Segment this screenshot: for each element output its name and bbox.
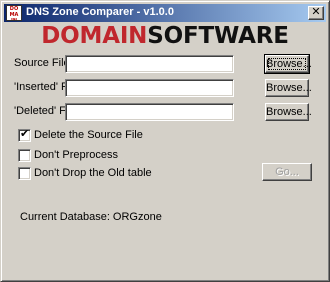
go-button-label: Go... [275, 166, 299, 178]
close-button[interactable]: ✕ [308, 5, 324, 20]
inserted-browse-label: Browse... [266, 82, 312, 94]
dont-preprocess-label[interactable]: Don't Preprocess [34, 149, 118, 161]
source-file-label: Source File: [14, 57, 73, 69]
window-title: DNS Zone Comparer - v1.0.0 [26, 6, 174, 18]
app-icon-line: IN [10, 18, 18, 21]
dont-drop-old-table-checkbox[interactable] [18, 167, 31, 180]
domain-software-logo: DOMAINSOFTWARE [1, 23, 329, 49]
deleted-browse-button[interactable]: Browse... [265, 103, 312, 121]
go-button[interactable]: Go... [262, 163, 312, 181]
current-database-status: Current Database: ORGzone [20, 211, 162, 223]
inserted-browse-button[interactable]: Browse... [265, 79, 312, 97]
deleted-file-input[interactable] [65, 103, 234, 121]
dont-drop-old-table-label[interactable]: Don't Drop the Old table [34, 167, 152, 179]
source-file-input[interactable] [65, 55, 234, 73]
title-bar[interactable]: DO MA IN DNS Zone Comparer - v1.0.0 ✕ [4, 4, 326, 22]
logo-software-text: SOFTWARE [147, 23, 289, 49]
source-browse-label: Browse... [266, 58, 312, 70]
inserted-file-input[interactable] [65, 79, 234, 97]
deleted-browse-label: Browse... [266, 106, 312, 118]
dont-preprocess-checkbox[interactable] [18, 149, 31, 162]
checkmark-icon: ✔ [20, 127, 30, 140]
source-browse-button[interactable]: Browse... [264, 54, 312, 74]
logo-domain-text: DOMAIN [41, 23, 148, 49]
delete-source-label[interactable]: Delete the Source File [34, 129, 143, 141]
domain-app-icon[interactable]: DO MA IN [6, 5, 22, 21]
app-window: DO MA IN DNS Zone Comparer - v1.0.0 ✕ DO… [0, 0, 330, 282]
delete-source-checkbox[interactable]: ✔ [18, 127, 31, 142]
close-icon: ✕ [311, 5, 321, 18]
